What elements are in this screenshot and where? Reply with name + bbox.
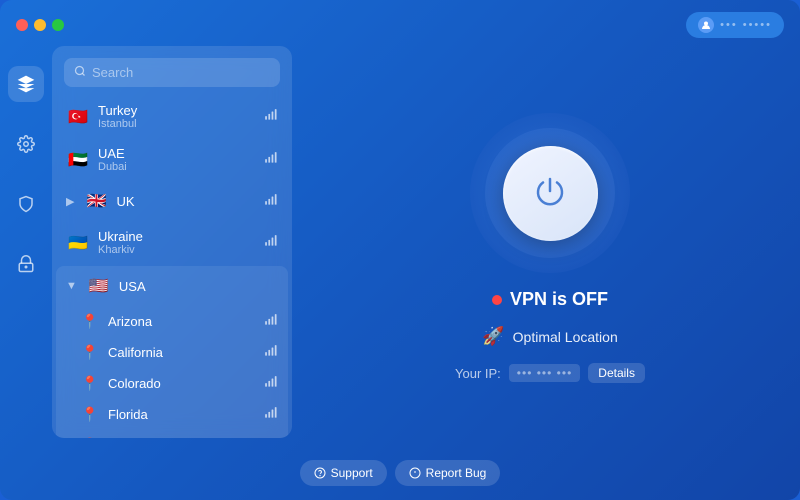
expand-icon: ▶: [66, 195, 74, 208]
list-item[interactable]: 📍 Arizona: [56, 306, 288, 337]
location-pin-icon: 📍: [80, 406, 100, 423]
flag-icon: 🇹🇷: [66, 105, 90, 129]
search-bar[interactable]: [64, 58, 280, 87]
server-panel: 🇹🇷 Turkey Istanbul: [52, 46, 292, 438]
user-badge[interactable]: ••• •••••: [686, 12, 784, 38]
main-content: 🇹🇷 Turkey Istanbul: [0, 46, 800, 450]
icon-sidebar: [0, 46, 52, 450]
signal-icon: [264, 193, 278, 210]
signal-icon: [264, 313, 278, 330]
ip-row: Your IP: ••• ••• ••• Details: [455, 363, 645, 383]
location-name: Arizona: [108, 314, 256, 329]
title-bar: ••• •••••: [0, 0, 800, 46]
flag-icon: 🇺🇦: [66, 231, 90, 255]
server-name: UK: [116, 194, 256, 209]
sidebar-icon-privacy[interactable]: [8, 246, 44, 282]
sidebar-icon-settings[interactable]: [8, 126, 44, 162]
vpn-status-label: VPN is OFF: [510, 289, 608, 310]
optimal-location: 🚀 Optimal Location: [482, 326, 617, 347]
list-item[interactable]: 📍 Colorado: [56, 368, 288, 399]
close-button[interactable]: [16, 19, 28, 31]
rocket-icon: 🚀: [482, 326, 504, 347]
flag-icon: 🇬🇧: [84, 189, 108, 213]
list-item[interactable]: 🇺🇦 Ukraine Kharkiv: [56, 221, 288, 264]
vpn-status: VPN is OFF: [492, 289, 608, 310]
server-city: Kharkiv: [98, 244, 256, 256]
list-item[interactable]: 🇹🇷 Turkey Istanbul: [56, 95, 288, 138]
location-name: California: [108, 345, 256, 360]
signal-icon: [264, 375, 278, 392]
list-item[interactable]: 📍 Florida: [56, 399, 288, 430]
collapse-icon: ▼: [66, 280, 77, 292]
server-list: 🇹🇷 Turkey Istanbul: [52, 95, 292, 438]
power-button[interactable]: [503, 146, 598, 241]
location-pin-icon: 📍: [80, 344, 100, 361]
list-item[interactable]: ▶ 🇬🇧 UK: [56, 181, 288, 221]
list-item[interactable]: 🇦🇪 UAE Dubai: [56, 138, 288, 181]
usa-section: ▼ 🇺🇸 USA 📍 Arizona: [56, 266, 288, 438]
signal-icon: [264, 234, 278, 251]
user-avatar-icon: [698, 17, 714, 33]
report-bug-label: Report Bug: [426, 466, 487, 480]
server-name: Ukraine: [98, 229, 256, 244]
flag-icon: 🇦🇪: [66, 148, 90, 172]
signal-icon: [264, 344, 278, 361]
location-pin-icon: 📍: [80, 313, 100, 330]
server-info: Ukraine Kharkiv: [98, 229, 256, 256]
signal-icon: [264, 151, 278, 168]
server-name: Turkey: [98, 103, 256, 118]
list-item[interactable]: 📍 Georgia: [56, 430, 288, 438]
server-info: Turkey Istanbul: [98, 103, 256, 130]
app-window: ••• •••••: [0, 0, 800, 500]
power-ring-inner: [485, 128, 615, 258]
maximize-button[interactable]: [52, 19, 64, 31]
server-city: Dubai: [98, 161, 256, 173]
server-name: UAE: [98, 146, 256, 161]
optimal-location-label: Optimal Location: [513, 329, 618, 345]
power-ring-outer: [470, 113, 630, 273]
ip-label: Your IP:: [455, 366, 501, 381]
details-button[interactable]: Details: [588, 363, 645, 383]
support-label: Support: [331, 466, 373, 480]
search-icon: [74, 65, 86, 80]
ip-value: ••• ••• •••: [509, 364, 580, 382]
server-info: USA: [119, 279, 278, 294]
signal-icon: [264, 108, 278, 125]
location-name: Colorado: [108, 376, 256, 391]
status-dot: [492, 295, 502, 305]
list-item[interactable]: 📍 California: [56, 337, 288, 368]
server-info: UK: [116, 194, 256, 209]
minimize-button[interactable]: [34, 19, 46, 31]
bottom-bar: Support Report Bug: [0, 450, 800, 500]
user-name: ••• •••••: [720, 19, 772, 31]
server-info: UAE Dubai: [98, 146, 256, 173]
report-bug-button[interactable]: Report Bug: [395, 460, 501, 486]
sidebar-icon-security[interactable]: [8, 186, 44, 222]
location-name: Florida: [108, 407, 256, 422]
window-controls: [16, 19, 64, 31]
list-item[interactable]: ▼ 🇺🇸 USA: [56, 266, 288, 306]
flag-icon: 🇺🇸: [87, 274, 111, 298]
server-name: USA: [119, 279, 278, 294]
sidebar-icon-servers[interactable]: [8, 66, 44, 102]
location-pin-icon: 📍: [80, 375, 100, 392]
right-panel: VPN is OFF 🚀 Optimal Location Your IP: •…: [300, 46, 800, 450]
server-city: Istanbul: [98, 118, 256, 130]
signal-icon: [264, 406, 278, 423]
support-button[interactable]: Support: [300, 460, 387, 486]
location-pin-icon: 📍: [80, 437, 100, 438]
search-input[interactable]: [92, 65, 270, 80]
